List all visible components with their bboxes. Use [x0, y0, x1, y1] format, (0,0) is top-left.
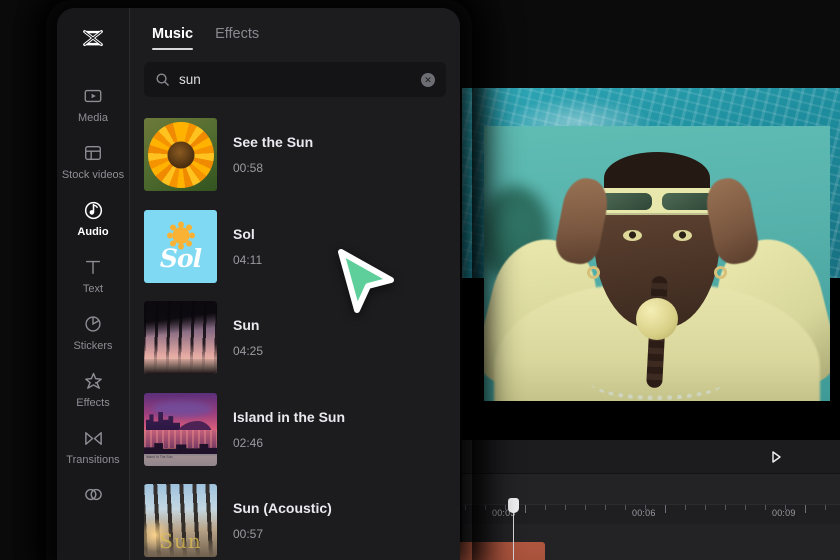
preview-bubblegum: [636, 298, 678, 340]
list-item[interactable]: Sun 04:25: [130, 292, 460, 384]
track-duration: 00:58: [233, 161, 264, 176]
text-icon: [82, 256, 104, 278]
preview-left-earring: [587, 266, 600, 279]
sunflower-artwork: [144, 118, 217, 192]
track-title: See the Sun: [233, 134, 314, 151]
list-item[interactable]: Island In The Sun Island in the Sun 02:4…: [130, 384, 460, 476]
sidebar-item-media[interactable]: Media: [57, 76, 129, 133]
panel-tabs: Music Effects: [130, 8, 460, 52]
sidebar-item-filters[interactable]: [57, 475, 129, 519]
sol-artwork: Sol: [144, 209, 217, 283]
sidebar-item-label: Stock videos: [61, 169, 125, 181]
sidebar-item-label: Text: [82, 283, 104, 295]
search-icon: [155, 72, 170, 87]
playhead-handle[interactable]: [508, 498, 519, 513]
sidebar-item-stickers[interactable]: Stickers: [57, 304, 129, 361]
tab-music[interactable]: Music: [152, 26, 194, 52]
preview-photo: [484, 126, 830, 401]
sol-artwork-text: Sol: [159, 243, 202, 273]
media-icon: [82, 85, 104, 107]
tab-effects[interactable]: Effects: [215, 26, 259, 52]
video-preview[interactable]: [462, 88, 840, 440]
sidebar-item-effects[interactable]: Effects: [57, 361, 129, 418]
track-duration: 04:11: [233, 252, 263, 267]
sidebar-item-label: Transitions: [66, 454, 120, 466]
island-artwork: Island In The Sun: [144, 392, 217, 466]
music-track-list[interactable]: See the Sun 00:58 Sol Sol 04:11 Sun 04:2…: [130, 109, 460, 560]
list-item[interactable]: Sol Sol 04:11: [130, 201, 460, 293]
track-duration: 04:25: [233, 344, 264, 359]
transitions-icon: [82, 427, 104, 449]
sidebar-item-label: Effects: [76, 397, 110, 409]
sidebar-item-text[interactable]: Text: [57, 247, 129, 304]
sun-graphic-icon: [172, 226, 189, 244]
preview-right-earring: [714, 266, 727, 279]
acoustic-artwork-text: Sun: [159, 529, 202, 554]
sidebar-item-label: Media: [78, 112, 108, 124]
acoustic-artwork: Sun: [144, 484, 217, 558]
capcut-logo-icon[interactable]: [78, 24, 108, 54]
left-sidebar: Media Stock videos Audio Text Stickers E…: [57, 8, 130, 560]
island-artwork-caption: Island In The Sun: [144, 453, 217, 466]
sidebar-item-label: Audio: [77, 226, 109, 238]
ruler-label: 00:06: [632, 508, 656, 518]
stickers-icon: [82, 313, 104, 335]
timeline[interactable]: 00:03 00:06 00:09: [455, 474, 840, 560]
preview-left-eye: [623, 230, 642, 241]
track-duration: 00:57: [233, 527, 264, 542]
preview-right-eye: [673, 230, 692, 241]
sun-artwork: [144, 301, 217, 375]
track-title: Sol: [233, 225, 255, 242]
stock-videos-icon: [82, 142, 104, 164]
track-duration: 02:46: [233, 435, 264, 450]
audio-library-panel: Media Stock videos Audio Text Stickers E…: [57, 8, 460, 560]
timeline-playhead[interactable]: [508, 498, 519, 560]
sidebar-item-label: Stickers: [73, 340, 113, 352]
ruler-label: 00:09: [772, 508, 796, 518]
capcut-editor-window: 00:03 00:06 00:09 Media Stock videos Aud…: [0, 0, 840, 560]
track-title: Island in the Sun: [233, 408, 346, 425]
list-item[interactable]: See the Sun 00:58: [130, 109, 460, 201]
effects-star-icon: [82, 370, 104, 392]
search-input[interactable]: sun: [179, 72, 412, 87]
timeline-clip[interactable]: [455, 542, 545, 560]
filters-icon: [82, 484, 104, 506]
player-toolbar: [462, 440, 840, 474]
panel-content: Music Effects sun ✕ See the Sun 00:58 So…: [130, 8, 460, 560]
sidebar-item-audio[interactable]: Audio: [57, 190, 129, 247]
list-item[interactable]: Sun Sun (Acoustic) 00:57: [130, 475, 460, 560]
clear-circle-icon[interactable]: ✕: [421, 72, 435, 87]
play-triangle-icon[interactable]: [768, 449, 784, 465]
search-bar[interactable]: sun ✕: [144, 62, 446, 97]
preview-left-lens: [600, 193, 652, 210]
track-title: Sun (Acoustic): [233, 500, 332, 517]
sidebar-item-transitions[interactable]: Transitions: [57, 418, 129, 475]
preview-necklace: [591, 366, 723, 400]
track-title: Sun: [233, 317, 260, 334]
audio-note-icon: [82, 199, 104, 221]
preview-sunglasses: [594, 188, 720, 215]
sidebar-item-stock-videos[interactable]: Stock videos: [57, 133, 129, 190]
